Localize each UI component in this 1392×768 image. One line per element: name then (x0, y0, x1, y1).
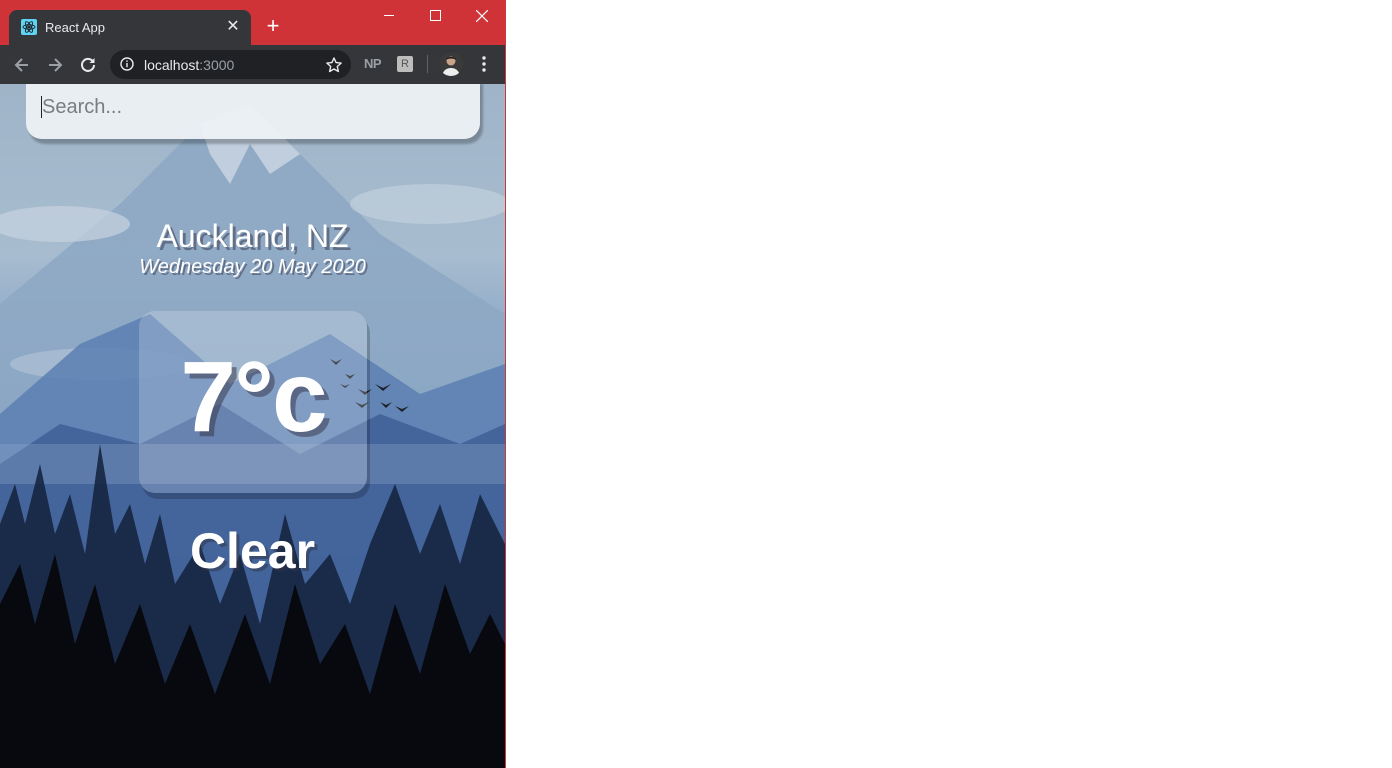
arrow-right-icon (49, 58, 63, 72)
info-icon[interactable] (120, 57, 134, 71)
toolbar-divider (427, 55, 428, 73)
location-title: Auckland, NZ (156, 218, 349, 254)
react-logo-icon (21, 19, 37, 35)
maximize-button[interactable] (412, 0, 458, 30)
new-tab-button[interactable]: + (262, 15, 284, 37)
star-icon[interactable] (325, 56, 343, 74)
r-extension-icon[interactable]: R (397, 56, 413, 72)
reload-icon (81, 57, 95, 72)
browser-tab[interactable]: React App ✕ (9, 10, 251, 45)
address-bar[interactable]: localhost:3000 (110, 50, 351, 79)
browser-toolbar: localhost:3000 NP R (0, 45, 505, 84)
temperature-card: 7°c (139, 311, 367, 493)
url-text: localhost:3000 (144, 57, 234, 73)
browser-window: React App ✕ + localhost:3000 NP R Search… (0, 0, 506, 768)
close-icon[interactable]: ✕ (223, 17, 243, 37)
browser-menu-button[interactable] (474, 54, 494, 74)
search-input[interactable] (40, 91, 464, 123)
minimize-button[interactable] (366, 0, 412, 30)
forward-button[interactable] (43, 53, 67, 77)
text-cursor (41, 96, 42, 118)
minimize-icon (384, 15, 394, 16)
tab-title: React App (45, 20, 105, 35)
arrow-left-icon (14, 58, 28, 72)
maximize-icon (430, 10, 441, 21)
date-label: Wednesday 20 May 2020 (139, 256, 366, 278)
np-extension-icon[interactable]: NP (364, 56, 382, 71)
weather-condition: Clear (189, 523, 316, 579)
close-icon (476, 10, 488, 22)
reload-button[interactable] (76, 53, 100, 77)
profile-avatar[interactable] (439, 52, 463, 76)
more-vertical-icon (482, 56, 486, 72)
temperature-value: 7°c (180, 341, 327, 453)
url-host: localhost (144, 57, 200, 73)
window-close-button[interactable] (458, 0, 504, 30)
back-button[interactable] (10, 53, 34, 77)
title-bar: React App ✕ + (0, 0, 505, 45)
weather-app: Auckland, NZ Wednesday 20 May 2020 7°c C… (0, 84, 505, 768)
search-box (26, 84, 480, 139)
url-port: :3000 (199, 57, 235, 73)
